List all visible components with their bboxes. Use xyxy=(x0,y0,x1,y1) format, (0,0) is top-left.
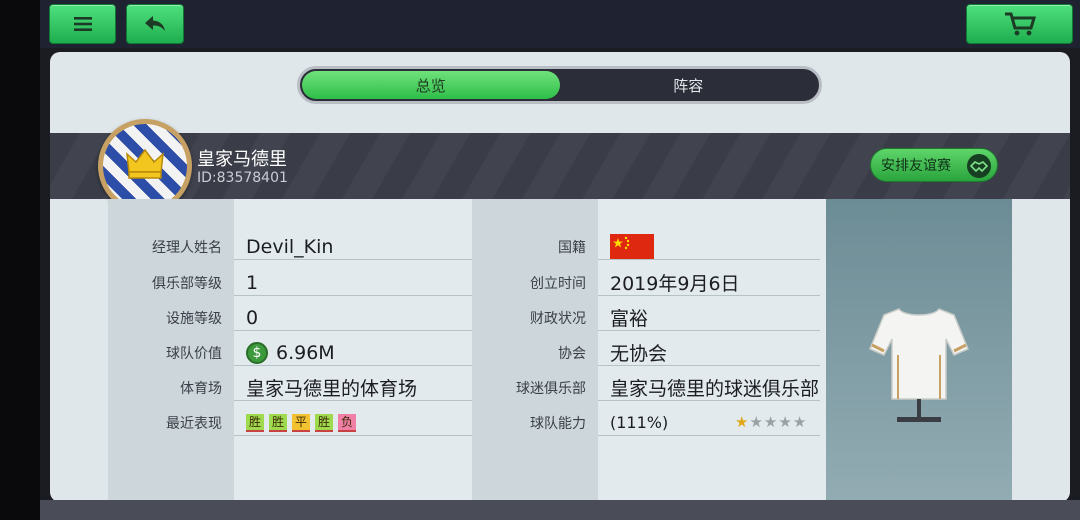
star-icon: ★ xyxy=(763,413,778,431)
label-club-level: 俱乐部等级 xyxy=(152,275,222,292)
label-manager-name: 经理人姓名 xyxy=(152,239,222,256)
tab-lineup[interactable]: 阵容 xyxy=(560,71,818,99)
arrange-friendly-button[interactable]: 安排友谊赛 xyxy=(870,148,998,182)
form-result: 胜 xyxy=(246,413,264,432)
china-flag-icon xyxy=(610,233,654,260)
cart-icon xyxy=(1004,12,1036,36)
tab-overview[interactable]: 总览 xyxy=(302,71,560,99)
club-id: ID:83578401 xyxy=(197,170,288,186)
club-name: 皇家马德里 xyxy=(197,149,287,170)
back-button[interactable] xyxy=(126,4,184,44)
arrange-friendly-label: 安排友谊赛 xyxy=(881,158,951,174)
handshake-icon xyxy=(967,154,991,178)
label-nationality: 国籍 xyxy=(558,239,586,256)
star-icon: ★ xyxy=(749,413,763,431)
crown-icon xyxy=(126,148,164,179)
form-result: 胜 xyxy=(315,413,333,432)
form-result: 平 xyxy=(292,413,310,432)
label-association: 协会 xyxy=(558,345,586,362)
club-info-table: 经理人姓名 Devil_Kin 俱乐部等级 1 设施等级 0 球队价值 $ 6.… xyxy=(108,199,1012,502)
star-icon: ★ xyxy=(735,413,749,431)
view-toggle: 总览 阵容 xyxy=(297,66,822,104)
bottom-edge xyxy=(40,500,1080,520)
jersey-icon xyxy=(869,308,969,422)
value-team-value: 6.96M xyxy=(276,341,335,364)
label-recent-form: 最近表现 xyxy=(166,415,222,432)
menu-button[interactable] xyxy=(49,4,116,44)
money-icon: $ xyxy=(246,341,268,364)
kit-display xyxy=(826,199,1012,502)
system-edge xyxy=(0,0,40,520)
form-result: 负 xyxy=(338,413,356,432)
star-icon: ★ xyxy=(792,413,807,431)
team-ability-stars: ★ ★ ★ ★ ★ xyxy=(735,413,806,431)
label-fan-club: 球迷俱乐部 xyxy=(516,380,586,397)
label-team-value: 球队价值 xyxy=(166,345,222,362)
back-arrow-icon xyxy=(145,16,165,31)
label-founded: 创立时间 xyxy=(530,275,586,292)
menu-icon xyxy=(73,17,92,31)
top-bar xyxy=(40,0,1080,48)
star-icon: ★ xyxy=(778,413,792,431)
form-result: 胜 xyxy=(269,413,287,432)
label-finances: 财政状况 xyxy=(530,310,586,327)
label-facility-level: 设施等级 xyxy=(166,310,222,327)
label-team-ability: 球队能力 xyxy=(530,415,586,432)
label-stadium: 体育场 xyxy=(180,380,222,397)
shop-button[interactable] xyxy=(966,4,1073,44)
